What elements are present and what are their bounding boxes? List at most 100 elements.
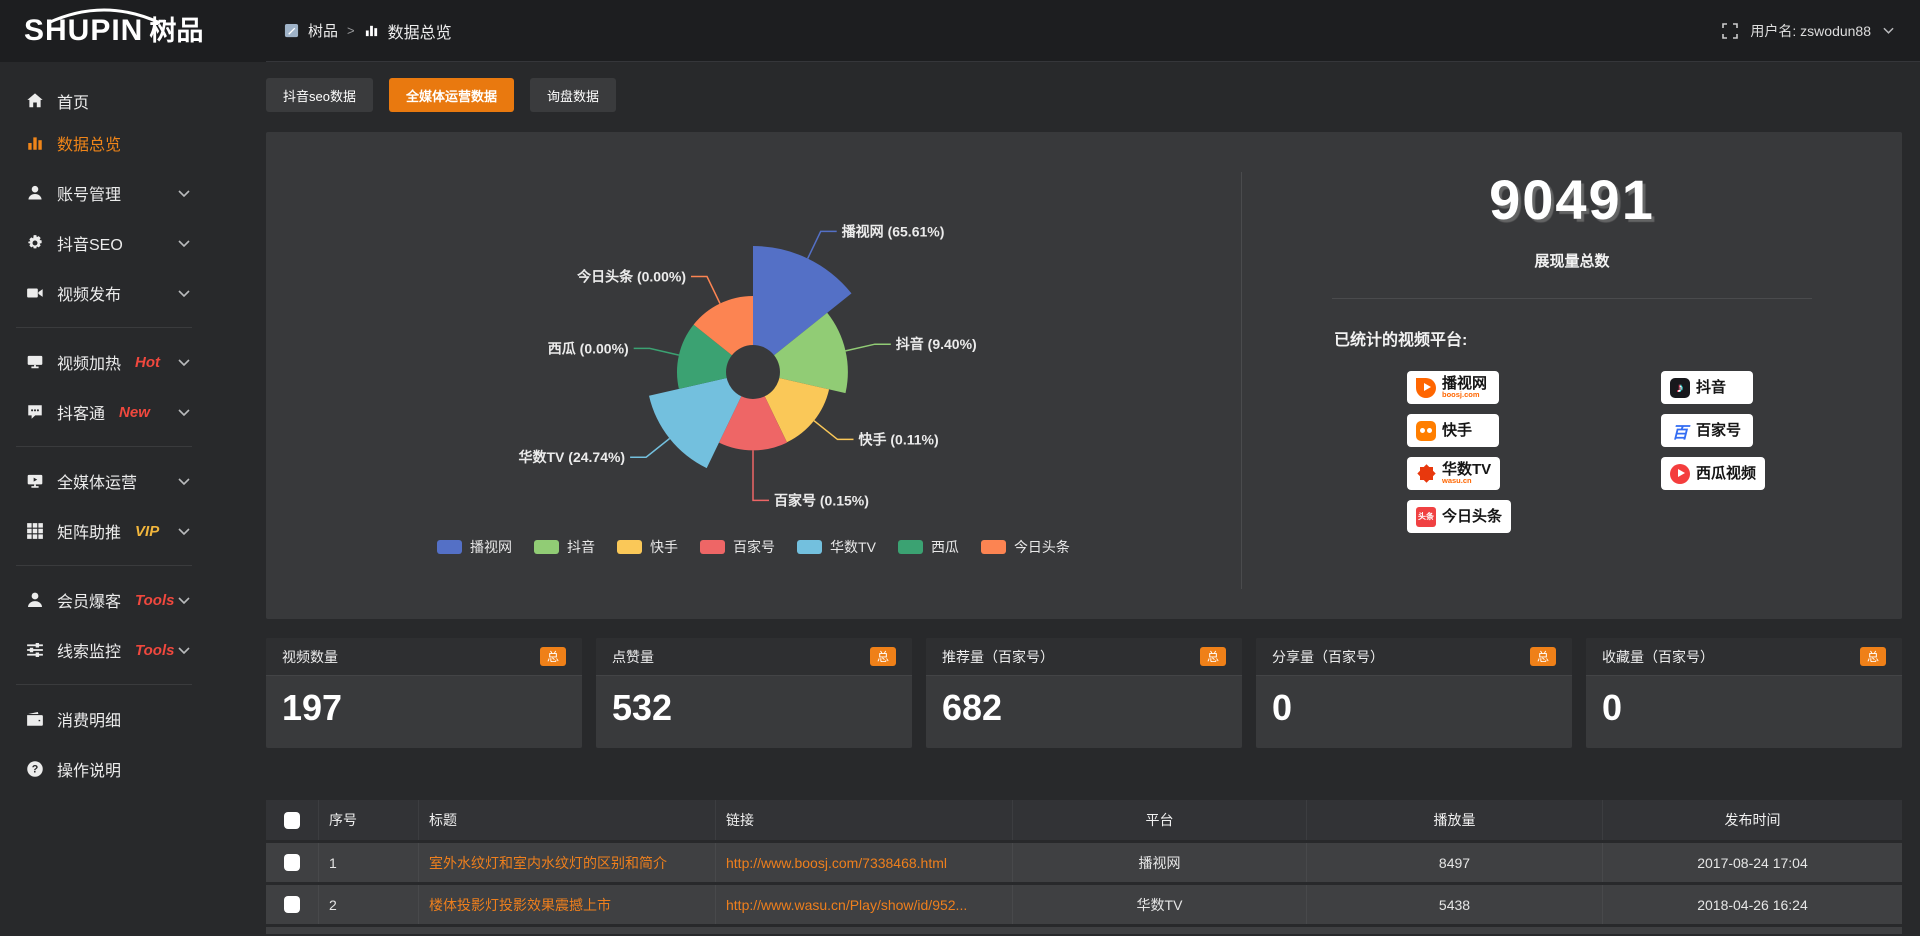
platform-sub: boosj.com bbox=[1442, 391, 1487, 399]
sidebar-item-member-baoke[interactable]: 会员爆客Tools bbox=[0, 575, 208, 625]
tab-inquiry-data[interactable]: 询盘数据 bbox=[530, 78, 616, 112]
cell-title[interactable]: 室外水纹灯和室内水纹灯的区别和简介 bbox=[418, 843, 715, 882]
pie-label-line bbox=[814, 421, 854, 440]
platform-column-right: 抖音 百家号 西瓜视频 bbox=[1661, 371, 1765, 533]
platform-column-left: 播视网boosj.com 快手 华数TVwasu.cn 今日头条 bbox=[1407, 371, 1511, 533]
sidebar-item-tag: New bbox=[119, 404, 150, 421]
sidebar-item-data-overview[interactable]: 数据总览 bbox=[0, 118, 208, 168]
summary-panel: 90491 展现量总数 已统计的视频平台: 播视网boosj.com 快手 bbox=[1241, 172, 1902, 589]
fullscreen-icon[interactable] bbox=[1722, 23, 1738, 39]
pie-label: 华数TV (24.74%) bbox=[519, 449, 626, 465]
pie-sector-4[interactable] bbox=[649, 378, 741, 468]
row-checkbox[interactable] bbox=[284, 896, 300, 913]
legend-label: 百家号 bbox=[733, 537, 775, 557]
sidebar-item-video-publish[interactable]: 视频发布 bbox=[0, 268, 208, 318]
sidebar-item-label: 会员爆客 bbox=[57, 588, 121, 612]
breadcrumb-root[interactable]: 树品 bbox=[308, 20, 338, 41]
chevron-down-icon bbox=[178, 190, 190, 197]
tab-douyin-seo-data[interactable]: 抖音seo数据 bbox=[266, 78, 373, 112]
sidebar-item-operation-guide[interactable]: ?操作说明 bbox=[0, 744, 208, 794]
pie-label-line bbox=[630, 439, 670, 458]
xigua-logo-icon bbox=[1670, 464, 1690, 484]
platform-grid: 播视网boosj.com 快手 华数TVwasu.cn 今日头条 bbox=[1242, 371, 1902, 533]
chevron-down-icon bbox=[178, 478, 190, 485]
stat-card-3: 分享量（百家号）总0 bbox=[1256, 638, 1572, 748]
legend-item-0[interactable]: 播视网 bbox=[437, 537, 512, 557]
row-checkbox[interactable] bbox=[284, 854, 300, 871]
legend-swatch-icon bbox=[617, 540, 642, 554]
legend-swatch-icon bbox=[534, 540, 559, 554]
pie-label-line bbox=[846, 344, 891, 351]
wallet-icon bbox=[26, 710, 44, 728]
stat-value: 532 bbox=[596, 676, 912, 726]
user-icon bbox=[26, 184, 44, 202]
legend-item-1[interactable]: 抖音 bbox=[534, 537, 595, 557]
table-header-row: 序号标题链接平台播放量发布时间 bbox=[266, 800, 1902, 840]
table-partial-row bbox=[266, 924, 1902, 934]
stat-value: 0 bbox=[1586, 676, 1902, 726]
legend-swatch-icon bbox=[898, 540, 923, 554]
chart-panel: 播视网 (65.61%)抖音 (9.40%)快手 (0.11%)百家号 (0.1… bbox=[266, 132, 1902, 619]
sidebar-item-media-operation[interactable]: 全媒体运营 bbox=[0, 456, 208, 506]
cell-time: 2017-08-24 17:04 bbox=[1602, 843, 1902, 882]
chevron-down-icon bbox=[178, 409, 190, 416]
sidebar-item-label: 数据总览 bbox=[57, 131, 121, 155]
username-label[interactable]: 用户名: zswodun88 bbox=[1750, 21, 1871, 41]
sidebar-item-label: 首页 bbox=[57, 89, 89, 113]
select-all-checkbox[interactable] bbox=[284, 812, 300, 829]
sidebar-divider bbox=[16, 565, 192, 566]
stat-label: 收藏量（百家号） bbox=[1602, 647, 1714, 667]
cell-title[interactable]: 楼体投影灯投影效果震撼上市 bbox=[418, 885, 715, 924]
sidebar-item-clue-monitor[interactable]: 线索监控Tools bbox=[0, 625, 208, 675]
douyin-logo-icon bbox=[1670, 378, 1690, 398]
legend-swatch-icon bbox=[437, 540, 462, 554]
table-header-cell: 播放量 bbox=[1306, 800, 1602, 840]
sidebar: 首页数据总览账号管理抖音SEO视频发布视频加热Hot抖客通New 全媒体运营矩阵助… bbox=[0, 62, 208, 936]
legend-item-4[interactable]: 华数TV bbox=[797, 537, 876, 557]
legend-item-5[interactable]: 西瓜 bbox=[898, 537, 959, 557]
legend-swatch-icon bbox=[797, 540, 822, 554]
cell-link[interactable]: http://www.wasu.cn/Play/show/id/952... bbox=[715, 885, 1012, 924]
total-badge: 总 bbox=[870, 647, 896, 666]
stat-card-0: 视频数量总197 bbox=[266, 638, 582, 748]
platform-badge-wasu: 华数TVwasu.cn bbox=[1407, 457, 1500, 490]
total-badge: 总 bbox=[1200, 647, 1226, 666]
cell-platform: 播视网 bbox=[1012, 843, 1306, 882]
videos-table: 序号标题链接平台播放量发布时间1室外水纹灯和室内水纹灯的区别和简介http://… bbox=[266, 800, 1902, 934]
sidebar-item-account-management[interactable]: 账号管理 bbox=[0, 168, 208, 218]
sidebar-item-matrix-boost[interactable]: 矩阵助推VIP bbox=[0, 506, 208, 556]
sidebar-item-douyin-seo[interactable]: 抖音SEO bbox=[0, 218, 208, 268]
rose-chart-area: 播视网 (65.61%)抖音 (9.40%)快手 (0.11%)百家号 (0.1… bbox=[266, 132, 1241, 619]
person-icon bbox=[26, 591, 44, 609]
sidebar-item-douketong[interactable]: 抖客通New bbox=[0, 387, 208, 437]
cell-no: 2 bbox=[318, 885, 418, 924]
chevron-down-icon bbox=[178, 359, 190, 366]
heat-icon bbox=[26, 353, 44, 371]
platform-badge-douyin: 抖音 bbox=[1661, 371, 1753, 404]
sidebar-item-label: 账号管理 bbox=[57, 181, 121, 205]
sidebar-item-tag: Hot bbox=[135, 354, 160, 371]
stat-card-1: 点赞量总532 bbox=[596, 638, 912, 748]
chevron-down-icon bbox=[178, 528, 190, 535]
chevron-down-icon bbox=[178, 290, 190, 297]
stat-card-header: 视频数量总 bbox=[266, 638, 582, 676]
stat-card-header: 收藏量（百家号）总 bbox=[1586, 638, 1902, 676]
table-header-cell: 发布时间 bbox=[1602, 800, 1902, 840]
impressions-total-label: 展现量总数 bbox=[1242, 250, 1902, 271]
tab-media-operation-data[interactable]: 全媒体运营数据 bbox=[389, 78, 514, 112]
pie-label: 西瓜 (0.00%) bbox=[548, 340, 629, 356]
legend-item-3[interactable]: 百家号 bbox=[700, 537, 775, 557]
platform-sub: wasu.cn bbox=[1442, 477, 1491, 485]
legend-label: 播视网 bbox=[470, 537, 512, 557]
legend-item-6[interactable]: 今日头条 bbox=[981, 537, 1070, 557]
table-header-cell: 链接 bbox=[715, 800, 1012, 840]
chart-legend: 播视网 抖音 快手 百家号 华数TV 西瓜 今日头条 bbox=[266, 537, 1241, 557]
chevron-down-icon[interactable] bbox=[1883, 27, 1894, 34]
breadcrumb-current: 数据总览 bbox=[388, 19, 452, 43]
cell-plays: 5438 bbox=[1306, 885, 1602, 924]
sidebar-item-home[interactable]: 首页 bbox=[0, 84, 208, 118]
legend-item-2[interactable]: 快手 bbox=[617, 537, 678, 557]
sidebar-item-consumption-detail[interactable]: 消费明细 bbox=[0, 694, 208, 744]
sidebar-item-video-heating[interactable]: 视频加热Hot bbox=[0, 337, 208, 387]
cell-link[interactable]: http://www.boosj.com/7338468.html bbox=[715, 843, 1012, 882]
